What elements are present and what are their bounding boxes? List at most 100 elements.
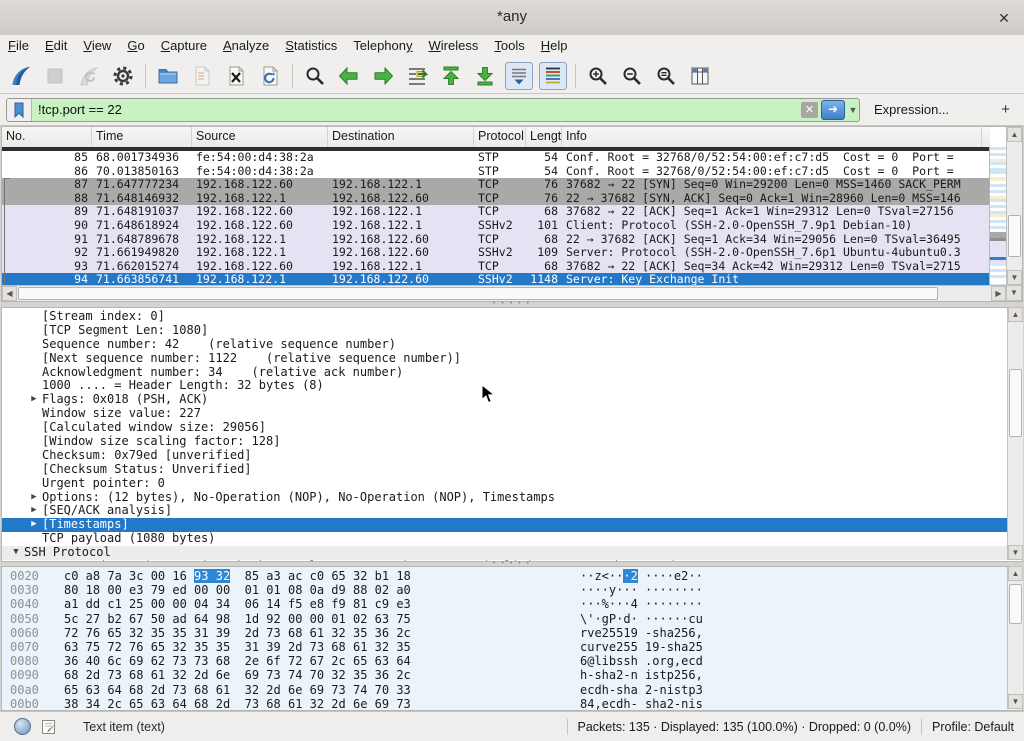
scroll-up-arrow[interactable]: ▲	[1008, 566, 1023, 581]
detail-row[interactable]: ▶Flags: 0x018 (PSH, ACK)	[2, 393, 1022, 407]
save-file-button[interactable]	[188, 62, 216, 90]
detail-row[interactable]: [Checksum Status: Unverified]	[2, 463, 1022, 477]
hex-row-00b0[interactable]: 00b038 34 2c 65 63 64 68 2d 73 68 61 32 …	[2, 697, 1022, 711]
go-forward-button[interactable]	[369, 62, 397, 90]
packet-row-86[interactable]: 8670.013850163fe:54:00:d4:38:2aSTP54Conf…	[2, 165, 990, 179]
menu-telephony[interactable]: Telephony	[345, 35, 420, 56]
details-vscrollbar[interactable]: ▲ ▼	[1007, 307, 1023, 560]
scroll-thumb[interactable]	[1008, 215, 1021, 257]
column-header-source[interactable]: Source	[192, 127, 328, 147]
scroll-right-arrow[interactable]: ▶	[991, 286, 1006, 301]
hex-row-0030[interactable]: 003080 18 00 e3 79 ed 00 00 01 01 08 0a …	[2, 583, 1022, 597]
menu-edit[interactable]: Edit	[37, 35, 75, 56]
scroll-down-arrow[interactable]: ▼	[1006, 285, 1022, 301]
detail-row[interactable]: Acknowledgment number: 34 (relative ack …	[2, 366, 1022, 380]
packet-row-89[interactable]: 8971.648191037192.168.122.60192.168.122.…	[2, 205, 990, 219]
zoom-out-button[interactable]	[618, 62, 646, 90]
capture-options-button[interactable]	[109, 62, 137, 90]
detail-row[interactable]: 1000 .... = Header Length: 32 bytes (8)	[2, 379, 1022, 393]
hex-row-0070[interactable]: 007063 75 72 76 65 32 35 35 31 39 2d 73 …	[2, 640, 1022, 654]
close-window-button[interactable]: ✕	[994, 8, 1014, 28]
scroll-up-arrow[interactable]: ▲	[1007, 127, 1022, 142]
column-header-no[interactable]: No.	[2, 127, 92, 147]
expander-right-icon[interactable]: ▶	[26, 393, 42, 407]
packet-row-94[interactable]: 9471.663856741192.168.122.1192.168.122.6…	[2, 273, 990, 285]
scroll-down-arrow[interactable]: ▼	[1007, 270, 1022, 285]
expander-right-icon[interactable]: ▶	[26, 504, 42, 518]
hex-row-0040[interactable]: 0040a1 dd c1 25 00 00 04 34 06 14 f5 e8 …	[2, 597, 1022, 611]
restart-capture-button[interactable]	[75, 62, 103, 90]
column-header-protocol[interactable]: Protocol	[474, 127, 526, 147]
packet-row-90[interactable]: 9071.648618924192.168.122.60192.168.122.…	[2, 219, 990, 233]
scroll-thumb[interactable]	[1009, 584, 1022, 624]
column-header-info[interactable]: Info	[562, 127, 982, 147]
go-back-button[interactable]	[335, 62, 363, 90]
detail-row[interactable]: [Calculated window size: 29056]	[2, 421, 1022, 435]
add-filter-button[interactable]: +	[993, 101, 1018, 118]
bytes-vscrollbar[interactable]: ▲ ▼	[1007, 566, 1023, 709]
scroll-thumb[interactable]	[1009, 369, 1022, 437]
column-header-time[interactable]: Time	[92, 127, 192, 147]
detail-row[interactable]: Window size value: 227	[2, 407, 1022, 421]
detail-row[interactable]: [TCP Segment Len: 1080]	[2, 324, 1022, 338]
hex-row-0090[interactable]: 009068 2d 73 68 61 32 2d 6e 69 73 74 70 …	[2, 668, 1022, 682]
packet-row-87[interactable]: 8771.647777234192.168.122.60192.168.122.…	[2, 178, 990, 192]
menu-view[interactable]: View	[75, 35, 119, 56]
filter-bookmark-button[interactable]	[7, 99, 32, 121]
zoom-in-button[interactable]	[584, 62, 612, 90]
detail-row[interactable]: Sequence number: 42 (relative sequence n…	[2, 338, 1022, 352]
scroll-down-arrow[interactable]: ▼	[1008, 694, 1023, 709]
go-top-button[interactable]	[437, 62, 465, 90]
hex-row-0050[interactable]: 00505c 27 b2 67 50 ad 64 98 1d 92 00 00 …	[2, 612, 1022, 626]
detail-row[interactable]: [Next sequence number: 1122 (relative se…	[2, 352, 1022, 366]
menu-wireless[interactable]: Wireless	[421, 35, 487, 56]
stop-capture-button[interactable]	[41, 62, 69, 90]
expert-info-icon[interactable]	[14, 718, 31, 735]
capture-comment-icon[interactable]	[41, 719, 57, 735]
go-bottom-button[interactable]	[471, 62, 499, 90]
profile-selector[interactable]: Profile: Default	[932, 720, 1014, 734]
packet-list-vscrollbar[interactable]: ▲ ▼	[1006, 127, 1022, 285]
scroll-thumb[interactable]	[18, 287, 938, 300]
display-filter-input[interactable]	[32, 102, 801, 117]
expander-right-icon[interactable]: ▶	[26, 491, 42, 505]
packet-row-91[interactable]: 9171.648789678192.168.122.1192.168.122.6…	[2, 233, 990, 247]
go-to-packet-button[interactable]	[403, 62, 431, 90]
expander-down-icon[interactable]: ▼	[8, 546, 24, 560]
menu-file[interactable]: File	[0, 35, 37, 56]
zoom-reset-button[interactable]	[652, 62, 680, 90]
menu-help[interactable]: Help	[533, 35, 576, 56]
find-packet-button[interactable]	[301, 62, 329, 90]
packet-row-88[interactable]: 8871.648146932192.168.122.1192.168.122.6…	[2, 192, 990, 206]
detail-row[interactable]: TCP payload (1080 bytes)	[2, 532, 1022, 546]
hex-row-0080[interactable]: 008036 40 6c 69 62 73 73 68 2e 6f 72 67 …	[2, 654, 1022, 668]
hex-row-0020[interactable]: 0020c0 a8 7a 3c 00 16 93 32 85 a3 ac c0 …	[2, 569, 1022, 583]
start-capture-button[interactable]	[7, 62, 35, 90]
menu-tools[interactable]: Tools	[486, 35, 532, 56]
auto-scroll-toggle[interactable]	[505, 62, 533, 90]
detail-row[interactable]: [Window size scaling factor: 128]	[2, 435, 1022, 449]
detail-row[interactable]: ▶[Timestamps]	[2, 518, 1022, 532]
menu-analyze[interactable]: Analyze	[215, 35, 277, 56]
hex-row-0060[interactable]: 006072 76 65 32 35 35 31 39 2d 73 68 61 …	[2, 626, 1022, 640]
menu-go[interactable]: Go	[119, 35, 152, 56]
scroll-down-arrow[interactable]: ▼	[1008, 545, 1023, 560]
column-header-length[interactable]: Length	[526, 127, 562, 147]
packet-row-92[interactable]: 9271.661949820192.168.122.1192.168.122.6…	[2, 246, 990, 260]
scroll-up-arrow[interactable]: ▲	[1008, 307, 1023, 322]
detail-row[interactable]: ▶Options: (12 bytes), No-Operation (NOP)…	[2, 491, 1022, 505]
clear-filter-button[interactable]: ✕	[801, 102, 818, 118]
packet-minimap[interactable]	[989, 147, 1006, 285]
expander-right-icon[interactable]: ▶	[26, 518, 42, 532]
packet-row-85[interactable]: 8568.001734936fe:54:00:d4:38:2aSTP54Conf…	[2, 151, 990, 165]
reload-file-button[interactable]	[256, 62, 284, 90]
apply-filter-button[interactable]: ➜	[821, 100, 845, 120]
open-file-button[interactable]	[154, 62, 182, 90]
detail-row[interactable]: ▼SSH Protocol	[2, 546, 1022, 560]
expression-button[interactable]: Expression...	[874, 102, 949, 117]
filter-history-dropdown[interactable]: ▼	[847, 105, 859, 115]
column-header-destination[interactable]: Destination	[328, 127, 474, 147]
detail-row[interactable]: Checksum: 0x79ed [unverified]	[2, 449, 1022, 463]
menu-capture[interactable]: Capture	[153, 35, 215, 56]
scroll-left-arrow[interactable]: ◀	[2, 286, 17, 301]
